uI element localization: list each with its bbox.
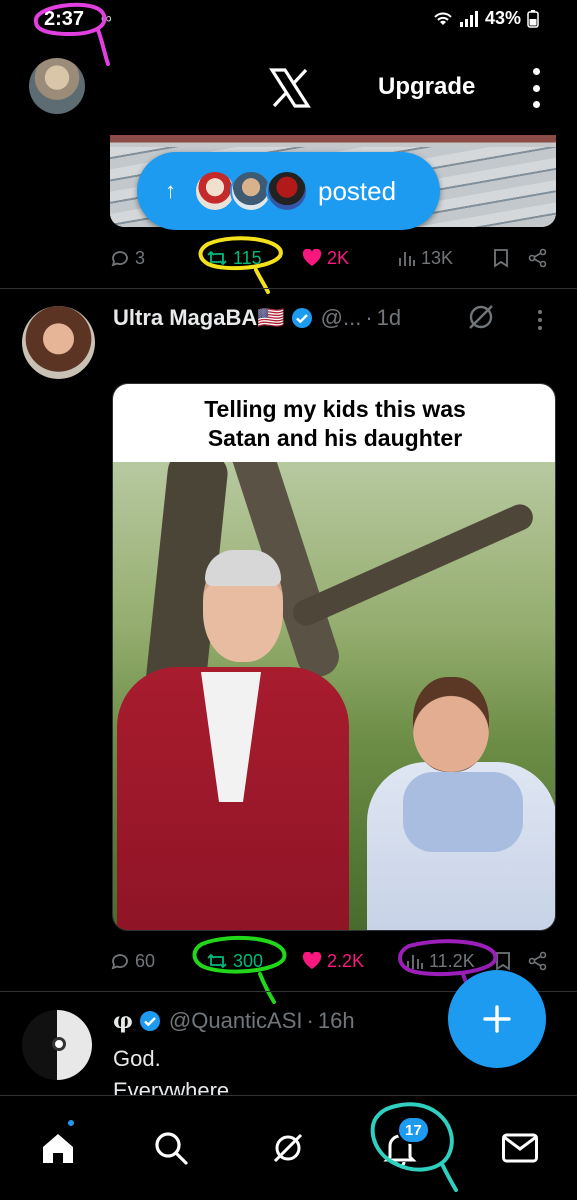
avatar — [266, 170, 308, 212]
status-right: 43% — [433, 8, 539, 29]
author-name[interactable]: φ — [113, 1008, 133, 1034]
reply-icon — [111, 954, 128, 970]
post2-media[interactable]: Telling my kids this was Satan and his d… — [112, 383, 556, 931]
profile-avatar[interactable] — [29, 58, 85, 114]
share-button[interactable] — [528, 248, 548, 268]
post-time[interactable]: 1d — [377, 305, 401, 331]
meme-caption-line: Satan and his daughter — [207, 425, 463, 451]
plus-icon — [483, 1005, 511, 1033]
author-avatar[interactable] — [22, 306, 95, 379]
meme-caption: Telling my kids this was Satan and his d… — [113, 384, 555, 462]
post-more-icon[interactable] — [538, 310, 542, 330]
nav-grok[interactable] — [266, 1126, 310, 1170]
post-text: God. — [113, 1046, 161, 1071]
post-header: φ @QuanticASI · 16h — [113, 1008, 355, 1034]
views-icon — [399, 252, 415, 266]
views-count: 13K — [421, 247, 454, 268]
reply-button[interactable]: 3 — [110, 248, 145, 269]
home-notification-dot — [66, 1118, 76, 1128]
reply-icon — [111, 251, 128, 267]
verified-badge-icon — [291, 308, 312, 328]
grok-icon[interactable] — [466, 302, 496, 332]
reply-count: 3 — [135, 247, 146, 268]
heart-icon — [302, 249, 322, 266]
arrow-up-icon: ↑ — [165, 178, 176, 203]
post-header: Ultra MagaBA🇺🇸 @... · 1d — [113, 305, 401, 331]
author-handle[interactable]: @QuanticASI — [169, 1008, 303, 1034]
annotation-circle-yellow — [198, 236, 283, 294]
battery-icon — [527, 9, 539, 28]
reply-button[interactable]: 60 — [110, 951, 155, 972]
like-count: 2K — [327, 247, 350, 268]
verified-badge-icon — [139, 1011, 160, 1031]
battery-percent: 43% — [484, 8, 521, 28]
grok-icon — [273, 1133, 303, 1163]
post-text: Everywhere — [113, 1078, 230, 1095]
posted-label: posted — [318, 175, 397, 206]
nav-messages[interactable] — [498, 1126, 542, 1170]
nav-home[interactable] — [36, 1126, 80, 1170]
wifi-icon — [434, 12, 452, 25]
upgrade-button[interactable]: Upgrade — [378, 73, 475, 101]
annotation-circle-teal — [370, 1102, 458, 1192]
compose-button[interactable] — [448, 970, 546, 1068]
separator: · — [365, 305, 373, 330]
new-posts-pill[interactable]: ↑ posted — [137, 152, 440, 230]
like-button[interactable]: 2.2K — [302, 951, 364, 972]
share-icon — [528, 248, 547, 268]
bookmark-icon — [494, 249, 508, 268]
messages-icon — [502, 1133, 538, 1163]
post1-actions: 3 115 2K 13K — [110, 243, 556, 273]
bottom-nav: 17 — [0, 1095, 577, 1200]
home-icon — [43, 1134, 73, 1163]
meme-caption-line: Telling my kids this was — [204, 396, 466, 422]
bookmark-button[interactable] — [493, 248, 509, 268]
heart-icon — [302, 952, 322, 969]
search-icon — [155, 1132, 188, 1165]
share-icon — [528, 951, 547, 971]
separator: · — [306, 1008, 314, 1033]
author-handle[interactable]: @... — [321, 305, 362, 331]
posted-avatars — [194, 170, 308, 212]
more-options-icon[interactable] — [530, 68, 542, 108]
reply-count: 60 — [135, 950, 156, 971]
author-name[interactable]: Ultra MagaBA🇺🇸 — [113, 305, 285, 331]
post-time[interactable]: 16h — [318, 1008, 355, 1034]
like-count: 2.2K — [327, 950, 365, 971]
nav-search[interactable] — [149, 1126, 193, 1170]
like-button[interactable]: 2K — [302, 248, 349, 269]
views-button[interactable]: 13K — [398, 248, 453, 269]
top-header: Upgrade — [0, 48, 577, 128]
meme-photo — [113, 462, 555, 930]
author-avatar[interactable] — [22, 1010, 92, 1080]
annotation-circle-green — [192, 935, 287, 1004]
share-button[interactable] — [528, 951, 548, 971]
x-logo-icon — [269, 68, 311, 108]
signal-icon — [459, 10, 478, 27]
divider — [0, 288, 577, 289]
